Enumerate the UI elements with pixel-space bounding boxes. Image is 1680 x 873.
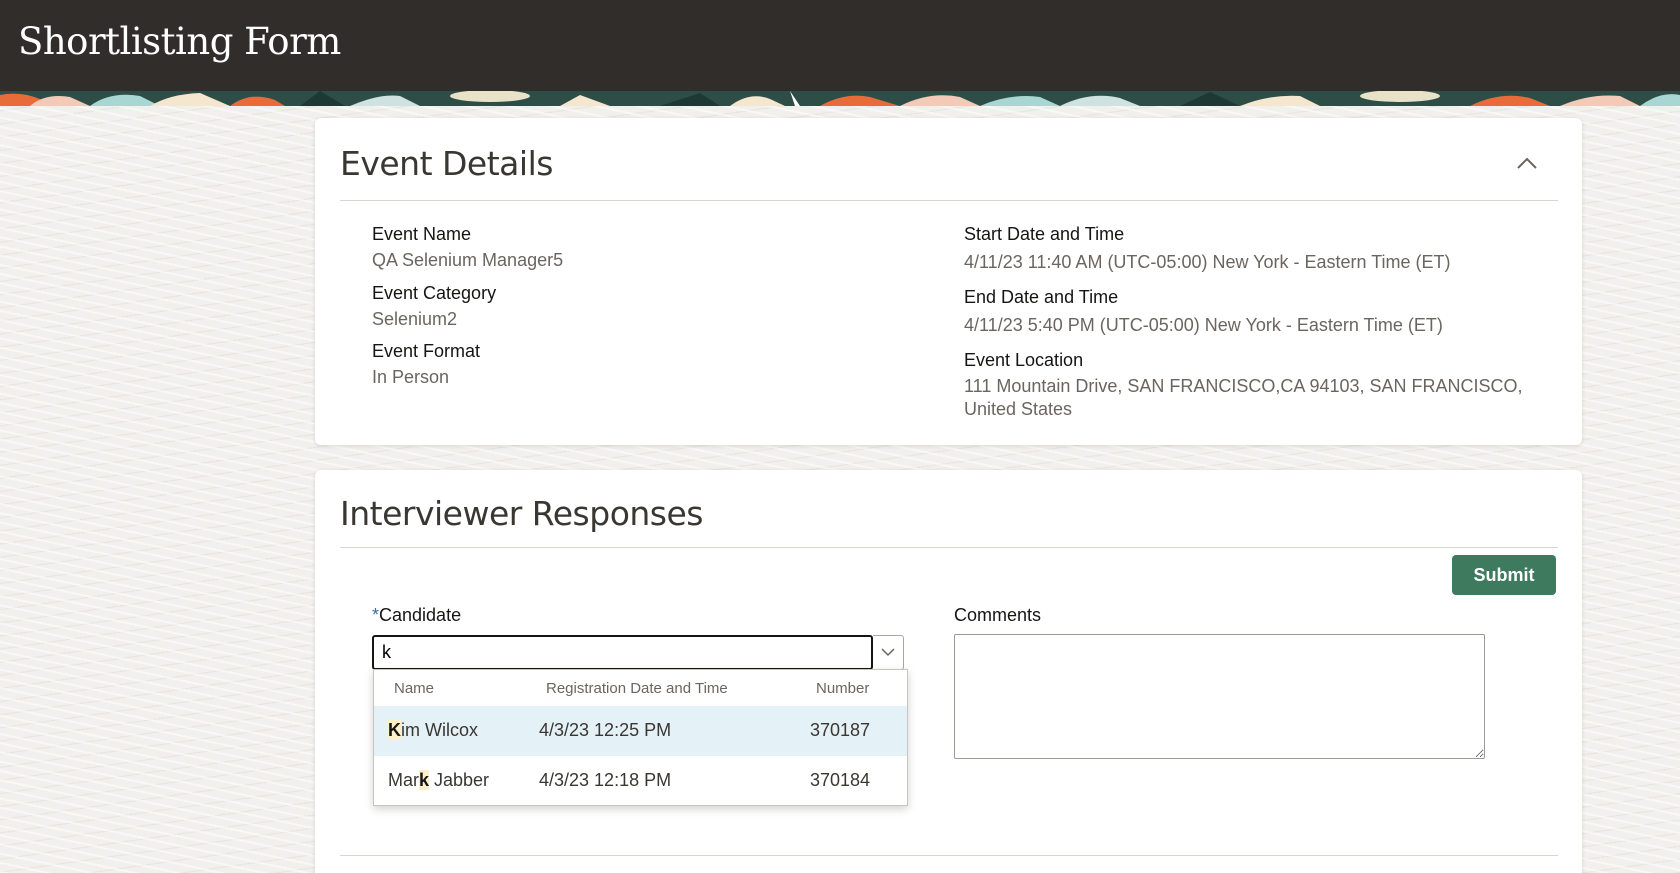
- candidate-dropdown-trigger[interactable]: [873, 635, 904, 670]
- field-event-format: Event Format In Person: [372, 341, 480, 389]
- app-header: Shortlisting Form: [0, 0, 1680, 91]
- match-highlight: K: [388, 720, 401, 740]
- interviewer-responses-card: Interviewer Responses Submit *Candidate …: [315, 470, 1582, 873]
- field-value: In Person: [372, 367, 450, 387]
- section-divider: [340, 547, 1558, 548]
- field-end-date: End Date and Time 4/11/23 5:40 PM (UTC-0…: [964, 287, 1443, 337]
- chevron-down-icon: [881, 648, 895, 657]
- candidate-input[interactable]: [372, 635, 873, 670]
- option-date: 4/3/23 12:18 PM: [539, 770, 672, 790]
- chevron-up-icon: [1517, 157, 1537, 169]
- column-header-name: Name: [394, 680, 435, 697]
- field-value-line1: 111 Mountain Drive, SAN FRANCISCO,CA 941…: [964, 376, 1523, 396]
- option-number: 370184: [810, 770, 871, 790]
- required-indicator: *: [372, 605, 380, 625]
- field-value: QA Selenium Manager5: [372, 250, 564, 270]
- dropdown-option[interactable]: Kim Wilcox 4/3/23 12:25 PM 370187: [374, 706, 907, 756]
- field-value-line2: United States: [964, 399, 1073, 419]
- column-header-number: Number: [816, 680, 870, 697]
- name-rest: Jabber: [429, 770, 490, 790]
- option-number: 370187: [810, 720, 871, 740]
- field-event-name: Event Name QA Selenium Manager5: [372, 224, 563, 272]
- candidate-label: Candidate: [379, 605, 462, 625]
- name-rest: im Wilcox: [401, 720, 478, 740]
- candidate-dropdown-list: Name Registration Date and Time Number K…: [373, 669, 908, 806]
- dropdown-option[interactable]: Mark Jabber 4/3/23 12:18 PM 370184: [374, 756, 907, 806]
- decorative-banner: [0, 91, 1680, 106]
- page-title: Shortlisting Form: [18, 20, 341, 63]
- field-label: Event Category: [372, 283, 497, 303]
- field-label: Event Format: [372, 341, 481, 361]
- field-event-location: Event Location 111 Mountain Drive, SAN F…: [964, 350, 1523, 421]
- match-highlight: k: [419, 770, 430, 790]
- section-divider: [340, 200, 1558, 201]
- field-label: End Date and Time: [964, 287, 1119, 307]
- field-event-category: Event Category Selenium2: [372, 283, 496, 331]
- field-start-date: Start Date and Time 4/11/23 11:40 AM (UT…: [964, 224, 1451, 274]
- comments-label: Comments: [954, 605, 1042, 625]
- candidate-combobox[interactable]: [372, 635, 904, 670]
- field-value: 4/11/23 11:40 AM (UTC-05:00) New York - …: [964, 252, 1451, 272]
- field-value: Selenium2: [372, 309, 458, 329]
- field-label: Start Date and Time: [964, 224, 1125, 244]
- interviewer-responses-title: Interviewer Responses: [340, 494, 704, 533]
- column-header-registration: Registration Date and Time: [546, 680, 728, 697]
- comments-textarea[interactable]: [954, 634, 1485, 759]
- dropdown-header: Name Registration Date and Time Number: [374, 670, 907, 706]
- submit-button[interactable]: Submit: [1452, 555, 1556, 595]
- option-name: Mark Jabber: [388, 770, 489, 791]
- field-label: Event Location: [964, 350, 1084, 370]
- event-details-card: Event Details Event Name QA Selenium Man…: [315, 118, 1582, 445]
- field-label: Event Name: [372, 224, 472, 244]
- name-prefix: Mar: [388, 770, 419, 790]
- field-value: 4/11/23 5:40 PM (UTC-05:00) New York - E…: [964, 315, 1443, 335]
- candidate-label-group: *Candidate: [372, 605, 461, 626]
- section-divider: [340, 855, 1558, 856]
- collapse-button[interactable]: [1512, 148, 1542, 178]
- event-details-title: Event Details: [340, 144, 553, 183]
- comments-label-group: Comments: [954, 605, 1041, 626]
- option-name: Kim Wilcox: [388, 720, 478, 741]
- option-date: 4/3/23 12:25 PM: [539, 720, 672, 740]
